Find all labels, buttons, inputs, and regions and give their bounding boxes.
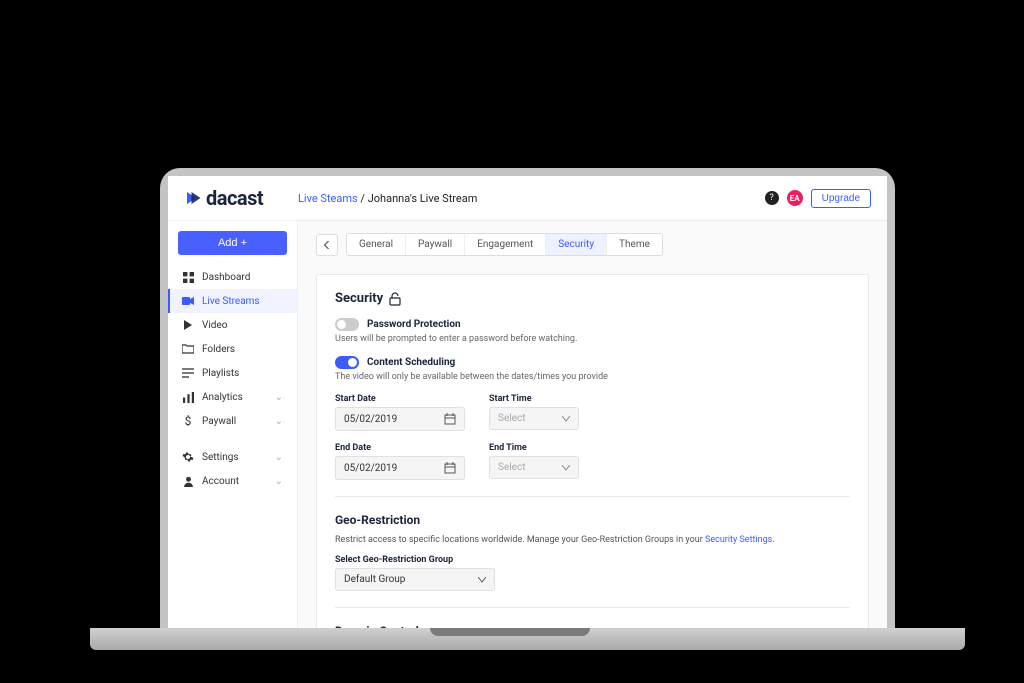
geo-restriction-desc: Restrict access to specific locations wo…: [335, 535, 850, 545]
user-icon: [182, 475, 194, 487]
gear-icon: [182, 451, 194, 463]
back-button[interactable]: [316, 234, 338, 256]
main-content: General Paywall Engagement Security Them…: [298, 221, 887, 628]
chevron-down-icon: [562, 465, 570, 471]
sidebar-item-dashboard[interactable]: Dashboard: [168, 265, 297, 289]
sidebar-item-analytics[interactable]: Analytics ⌄: [168, 385, 297, 409]
tab-paywall[interactable]: Paywall: [406, 234, 465, 255]
sidebar-item-playlists[interactable]: Playlists: [168, 361, 297, 385]
brand-logo: dacast: [184, 186, 298, 210]
tab-security[interactable]: Security: [546, 234, 607, 255]
password-helper: Users will be prompted to enter a passwo…: [335, 334, 850, 344]
scheduling-helper: The video will only be available between…: [335, 372, 850, 382]
page-title: Security: [335, 291, 850, 306]
dashboard-icon: [182, 271, 194, 283]
calendar-icon: [444, 462, 456, 474]
playlist-icon: [182, 367, 194, 379]
chevron-down-icon: ⌄: [275, 392, 283, 403]
security-settings-link[interactable]: Security Settings: [705, 535, 772, 545]
content-scheduling-label: Content Scheduling: [367, 357, 455, 368]
folder-icon: [182, 343, 194, 355]
play-icon: [182, 319, 194, 331]
breadcrumb-parent[interactable]: Live Steams: [298, 192, 358, 205]
avatar[interactable]: EA: [787, 190, 803, 206]
geo-group-select[interactable]: Default Group: [335, 568, 495, 591]
sidebar: Add + Dashboard Live Streams Video Folde…: [168, 221, 298, 628]
chevron-left-icon: [323, 241, 331, 249]
sidebar-item-paywall[interactable]: $ Paywall ⌄: [168, 409, 297, 433]
chevron-down-icon: ⌄: [275, 476, 283, 487]
tabs: General Paywall Engagement Security Them…: [346, 233, 663, 256]
calendar-icon: [444, 413, 456, 425]
help-icon[interactable]: ?: [765, 191, 779, 205]
sidebar-item-video[interactable]: Video: [168, 313, 297, 337]
chevron-down-icon: ⌄: [275, 416, 283, 427]
lock-icon: [389, 292, 401, 306]
geo-restriction-title: Geo-Restriction: [335, 513, 850, 527]
sidebar-item-folders[interactable]: Folders: [168, 337, 297, 361]
end-time-select[interactable]: Select: [489, 456, 579, 479]
chevron-down-icon: ⌄: [275, 452, 283, 463]
sidebar-item-label: Analytics: [202, 392, 243, 403]
sidebar-item-label: Account: [202, 476, 239, 487]
content-scheduling-toggle[interactable]: [335, 356, 359, 369]
start-date-input[interactable]: 05/02/2019: [335, 407, 465, 431]
chevron-down-icon: [478, 577, 486, 583]
password-protection-toggle[interactable]: [335, 318, 359, 331]
dollar-icon: $: [182, 415, 194, 427]
chart-icon: [182, 391, 194, 403]
sidebar-item-label: Dashboard: [202, 272, 250, 283]
tab-engagement[interactable]: Engagement: [465, 234, 546, 255]
sidebar-item-live-streams[interactable]: Live Streams: [168, 289, 297, 313]
sidebar-item-label: Paywall: [202, 416, 236, 427]
end-date-input[interactable]: 05/02/2019: [335, 456, 465, 480]
sidebar-item-label: Video: [202, 320, 227, 331]
sidebar-item-label: Playlists: [202, 368, 239, 379]
logo-chevron-icon: [184, 189, 202, 207]
add-button[interactable]: Add +: [178, 231, 287, 255]
start-time-select[interactable]: Select: [489, 407, 579, 430]
breadcrumb-current: Johanna's Live Stream: [368, 192, 478, 205]
breadcrumb: Live Steams / Johanna's Live Stream: [298, 192, 765, 205]
end-time-label: End Time: [489, 443, 579, 453]
sidebar-item-label: Folders: [202, 344, 235, 355]
sidebar-item-settings[interactable]: Settings ⌄: [168, 445, 297, 469]
start-date-label: Start Date: [335, 394, 465, 404]
camera-icon: [182, 295, 194, 307]
tab-theme[interactable]: Theme: [607, 234, 662, 255]
tab-general[interactable]: General: [347, 234, 406, 255]
sidebar-item-label: Settings: [202, 452, 239, 463]
sidebar-item-account[interactable]: Account ⌄: [168, 469, 297, 493]
password-protection-label: Password Protection: [367, 319, 461, 330]
geo-group-label: Select Geo-Restriction Group: [335, 555, 850, 565]
sidebar-item-label: Live Streams: [202, 296, 260, 307]
chevron-down-icon: [562, 416, 570, 422]
upgrade-button[interactable]: Upgrade: [811, 189, 871, 208]
end-date-label: End Date: [335, 443, 465, 453]
start-time-label: Start Time: [489, 394, 579, 404]
